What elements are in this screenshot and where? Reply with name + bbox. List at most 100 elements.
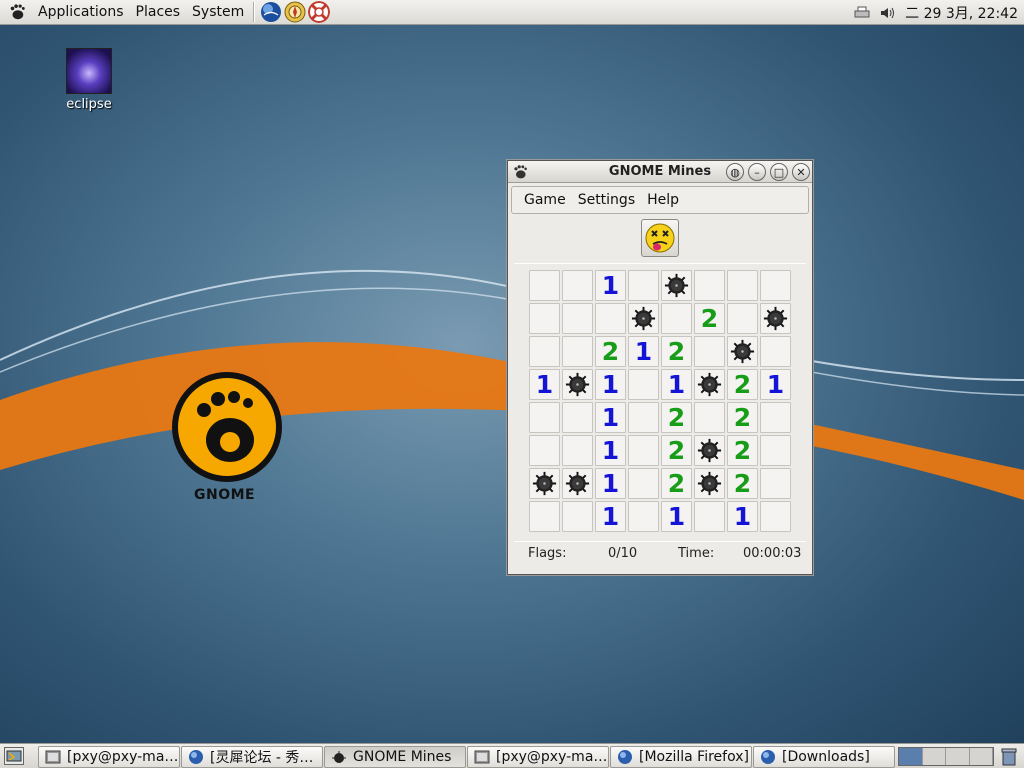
empty-cell[interactable] <box>529 402 560 433</box>
mine-cell[interactable] <box>694 435 725 466</box>
mine-cell[interactable] <box>562 468 593 499</box>
mine-icon <box>664 273 689 298</box>
window-titlebar[interactable]: GNOME Mines ◍ – □ ✕ <box>508 161 812 183</box>
empty-cell[interactable] <box>562 336 593 367</box>
empty-cell[interactable] <box>661 303 692 334</box>
empty-cell[interactable] <box>628 435 659 466</box>
terminal-icon <box>474 750 490 764</box>
show-desktop-button[interactable] <box>4 747 24 765</box>
number-cell[interactable]: 1 <box>760 369 791 400</box>
empty-cell[interactable] <box>727 270 758 301</box>
number-cell[interactable]: 2 <box>727 468 758 499</box>
empty-cell[interactable] <box>628 270 659 301</box>
taskbar-item-active[interactable]: GNOME Mines <box>324 746 466 768</box>
taskbar-item-label: [灵犀论坛 - 秀… <box>210 750 314 766</box>
taskbar-item-label: [Downloads] <box>782 749 870 765</box>
empty-cell[interactable] <box>529 336 560 367</box>
shade-button[interactable]: ◍ <box>726 163 744 181</box>
window-controls: ◍ – □ ✕ <box>722 163 810 181</box>
empty-cell[interactable] <box>760 402 791 433</box>
separator <box>514 541 806 542</box>
menubar: Game Settings Help <box>511 186 809 214</box>
firefox-icon <box>618 750 632 764</box>
minimize-button[interactable]: – <box>748 163 766 181</box>
empty-cell[interactable] <box>628 501 659 532</box>
new-game-face-button[interactable] <box>641 219 679 257</box>
mine-cell[interactable] <box>760 303 791 334</box>
empty-cell[interactable] <box>529 501 560 532</box>
empty-cell[interactable] <box>628 468 659 499</box>
number-cell[interactable]: 1 <box>727 501 758 532</box>
number-cell[interactable]: 1 <box>595 435 626 466</box>
flags-value: 0/10 <box>608 546 638 561</box>
number-cell[interactable]: 2 <box>727 402 758 433</box>
workspace-3[interactable] <box>946 748 970 765</box>
empty-cell[interactable] <box>595 303 626 334</box>
taskbar-item-label: [pxy@pxy-ma… <box>496 749 608 765</box>
empty-cell[interactable] <box>694 501 725 532</box>
empty-cell[interactable] <box>628 369 659 400</box>
number-cell[interactable]: 1 <box>595 369 626 400</box>
empty-cell[interactable] <box>694 270 725 301</box>
empty-cell[interactable] <box>562 270 593 301</box>
empty-cell[interactable] <box>529 435 560 466</box>
number-cell[interactable]: 1 <box>595 270 626 301</box>
number-cell[interactable]: 2 <box>694 303 725 334</box>
empty-cell[interactable] <box>760 270 791 301</box>
firefox-icon <box>761 750 775 764</box>
number-cell[interactable]: 1 <box>661 501 692 532</box>
empty-cell[interactable] <box>760 468 791 499</box>
workspace-4[interactable] <box>969 748 993 765</box>
mine-cell[interactable] <box>562 369 593 400</box>
menu-game[interactable]: Game <box>518 192 572 208</box>
empty-cell[interactable] <box>562 435 593 466</box>
number-cell[interactable]: 1 <box>595 468 626 499</box>
empty-cell[interactable] <box>562 303 593 334</box>
empty-cell[interactable] <box>529 270 560 301</box>
taskbar-item-label: GNOME Mines <box>353 749 452 765</box>
mine-cell[interactable] <box>727 336 758 367</box>
menu-help[interactable]: Help <box>641 192 685 208</box>
taskbar-item[interactable]: [灵犀论坛 - 秀… <box>181 746 323 768</box>
empty-cell[interactable] <box>760 501 791 532</box>
empty-cell[interactable] <box>694 336 725 367</box>
empty-cell[interactable] <box>760 435 791 466</box>
separator <box>514 263 806 264</box>
empty-cell[interactable] <box>628 402 659 433</box>
mine-cell[interactable] <box>628 303 659 334</box>
empty-cell[interactable] <box>694 402 725 433</box>
number-cell[interactable]: 2 <box>727 435 758 466</box>
number-cell[interactable]: 1 <box>595 402 626 433</box>
empty-cell[interactable] <box>562 402 593 433</box>
number-cell[interactable]: 2 <box>661 468 692 499</box>
number-cell[interactable]: 1 <box>595 501 626 532</box>
number-cell[interactable]: 2 <box>661 402 692 433</box>
number-cell[interactable]: 1 <box>661 369 692 400</box>
number-cell[interactable]: 1 <box>529 369 560 400</box>
mine-cell[interactable] <box>694 468 725 499</box>
empty-cell[interactable] <box>727 303 758 334</box>
number-cell[interactable]: 1 <box>628 336 659 367</box>
mine-icon <box>631 306 656 331</box>
empty-cell[interactable] <box>760 336 791 367</box>
menu-settings[interactable]: Settings <box>572 192 641 208</box>
maximize-button[interactable]: □ <box>770 163 788 181</box>
empty-cell[interactable] <box>562 501 593 532</box>
taskbar-item[interactable]: [Downloads] <box>753 746 895 768</box>
number-cell[interactable]: 2 <box>661 435 692 466</box>
mines-window: GNOME Mines ◍ – □ ✕ Game Settings Help 1… <box>507 160 813 575</box>
taskbar-item[interactable]: [pxy@pxy-ma… <box>38 746 180 768</box>
taskbar-item[interactable]: [Mozilla Firefox] <box>610 746 752 768</box>
trash-icon[interactable] <box>1000 747 1018 766</box>
close-button[interactable]: ✕ <box>792 163 810 181</box>
workspace-2[interactable] <box>922 748 946 765</box>
mine-cell[interactable] <box>529 468 560 499</box>
empty-cell[interactable] <box>529 303 560 334</box>
mine-cell[interactable] <box>661 270 692 301</box>
workspace-1[interactable] <box>899 748 923 765</box>
mine-cell[interactable] <box>694 369 725 400</box>
number-cell[interactable]: 2 <box>727 369 758 400</box>
taskbar-item[interactable]: [pxy@pxy-ma… <box>467 746 609 768</box>
number-cell[interactable]: 2 <box>661 336 692 367</box>
number-cell[interactable]: 2 <box>595 336 626 367</box>
